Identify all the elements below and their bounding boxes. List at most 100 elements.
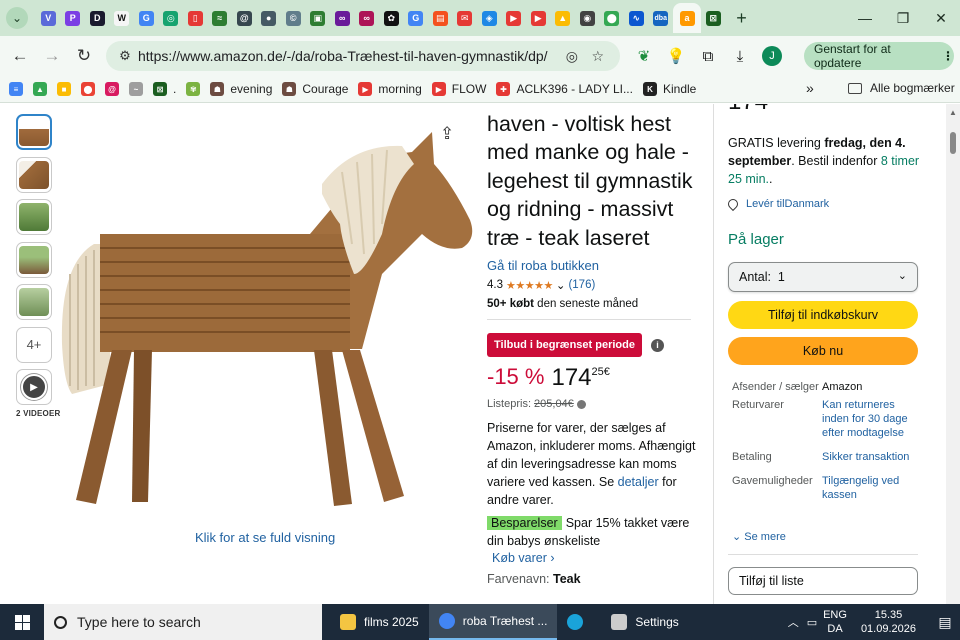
bookmark-item[interactable]: @ xyxy=(100,77,124,101)
browser-tab[interactable]: V xyxy=(36,3,61,33)
bookmark-item[interactable]: ▶ morning xyxy=(353,77,426,101)
see-more-link[interactable]: ⌄ Se mere xyxy=(732,530,786,543)
scroll-up-icon[interactable]: ▲ xyxy=(949,108,957,117)
bookmark-item[interactable]: ☗ evening xyxy=(205,77,277,101)
bookmark-item[interactable]: ▶ FLOW xyxy=(427,77,492,101)
bookmark-item[interactable]: ⬤ xyxy=(76,77,100,101)
browser-tab[interactable]: ∿ xyxy=(624,3,649,33)
taskbar-app[interactable] xyxy=(557,604,601,640)
browser-tab[interactable]: W xyxy=(110,3,135,33)
extension-leaf-icon[interactable]: ❦ xyxy=(628,40,660,72)
bookmark-item[interactable]: ■ xyxy=(52,77,76,101)
add-to-cart-button[interactable]: Tilføj til indkøbskurv xyxy=(728,301,918,329)
new-tab-button[interactable]: + xyxy=(730,6,754,30)
buy-items-link[interactable]: Køb varer › xyxy=(492,551,697,565)
thumbnail-1[interactable] xyxy=(16,114,52,150)
list-price-info-icon[interactable] xyxy=(576,399,586,409)
bookmark-item[interactable]: ☗ Courage xyxy=(277,77,353,101)
buy-now-button[interactable]: Køb nu xyxy=(728,337,918,365)
url-text[interactable]: https://www.amazon.de/-/da/roba-Træhest-… xyxy=(138,48,548,64)
menu-dots-icon[interactable]: ⋮ xyxy=(942,49,954,63)
extensions-puzzle-icon[interactable]: ⧉ xyxy=(692,40,724,72)
site-info-icon[interactable]: ⚙ xyxy=(112,48,138,64)
taskbar-app[interactable]: films 2025 xyxy=(330,604,429,640)
store-link[interactable]: Gå til roba butikken xyxy=(487,258,697,273)
tab-search-icon[interactable]: ⌄ xyxy=(6,7,28,29)
deliver-to-link[interactable]: Levér tilDanmark xyxy=(725,196,829,212)
thumbnail-5[interactable] xyxy=(16,284,52,320)
taskbar-search[interactable]: Type here to search xyxy=(44,604,322,640)
browser-tab[interactable]: ▣ xyxy=(306,3,331,33)
address-bar[interactable]: ⚙ https://www.amazon.de/-/da/roba-Træhes… xyxy=(106,41,620,71)
bookmark-item[interactable]: ▲ xyxy=(28,77,52,101)
full-view-link[interactable]: Klik for at se fuld visning xyxy=(195,530,335,545)
taskbar-app[interactable]: roba Træhest ... xyxy=(428,604,558,640)
details-link[interactable]: detaljer xyxy=(618,475,659,489)
language-indicator[interactable]: ENG DA xyxy=(823,608,847,636)
thumbnail-2[interactable] xyxy=(16,156,52,193)
minimize-icon[interactable]: — xyxy=(846,0,884,36)
reload-icon[interactable]: ↻ xyxy=(68,40,100,72)
bookmarks-overflow-icon[interactable]: » xyxy=(806,80,814,96)
browser-tab[interactable]: ✉ xyxy=(453,3,478,33)
browser-tab[interactable]: dba xyxy=(649,3,674,33)
restore-icon[interactable]: ❐ xyxy=(884,0,922,36)
taskbar-app[interactable]: Settings xyxy=(601,604,688,640)
rating-count-link[interactable]: (176) xyxy=(568,279,595,291)
clock[interactable]: 15.35 01.09.2026 xyxy=(861,608,916,636)
browser-tab[interactable]: ▶ xyxy=(502,3,527,33)
browser-tab[interactable]: @ xyxy=(232,3,257,33)
browser-tab[interactable]: ⬤ xyxy=(600,3,625,33)
quantity-select[interactable]: Antal: 1 ⌄ xyxy=(728,262,918,292)
close-icon[interactable]: ✕ xyxy=(922,0,960,36)
browser-tab[interactable]: ● xyxy=(257,3,282,33)
start-button[interactable] xyxy=(0,604,44,640)
browser-tab[interactable]: P xyxy=(61,3,86,33)
browser-tab[interactable]: ▲ xyxy=(551,3,576,33)
network-icon[interactable]: ▭ xyxy=(807,616,817,629)
info-value[interactable]: Sikker transaktion xyxy=(822,450,918,464)
bookmark-item[interactable]: K Kindle xyxy=(638,77,701,101)
bookmark-item[interactable]: ⊠. xyxy=(148,77,181,101)
video-thumbnail[interactable]: ▶ xyxy=(16,369,52,405)
thumbnail-3[interactable] xyxy=(16,199,52,235)
star-rating-icon[interactable]: ★★★★★ xyxy=(506,279,553,292)
forward-icon[interactable]: → xyxy=(36,40,68,72)
bookmark-star-icon[interactable]: ☆ xyxy=(591,48,604,65)
browser-tab[interactable]: a xyxy=(673,3,701,33)
browser-tab[interactable]: ∞ xyxy=(330,3,355,33)
info-value[interactable]: Tilgængelig ved kassen xyxy=(822,474,918,502)
thumbnail-4[interactable] xyxy=(16,241,52,278)
share-icon[interactable]: ⇪ xyxy=(440,124,454,144)
info-icon[interactable]: i xyxy=(650,338,664,352)
more-images-button[interactable]: 4+ xyxy=(16,326,52,363)
browser-tab[interactable]: ≈ xyxy=(208,3,233,33)
page-scrollbar[interactable]: ▲ xyxy=(946,104,960,604)
browser-tab[interactable]: ▤ xyxy=(428,3,453,33)
download-icon[interactable]: ⤓ xyxy=(724,40,756,72)
all-bookmarks-button[interactable]: Alle bogmærker xyxy=(848,81,955,95)
browser-tab[interactable]: ◈ xyxy=(477,3,502,33)
notifications-icon[interactable]: ▤ xyxy=(930,614,960,631)
browser-tab[interactable]: ◉ xyxy=(575,3,600,33)
bookmark-item[interactable]: ✾ xyxy=(181,77,205,101)
bookmark-item[interactable]: ✚ ACLK396 - LADY LI... xyxy=(491,77,638,101)
browser-tab[interactable]: ∞ xyxy=(355,3,380,33)
browser-tab[interactable]: © xyxy=(281,3,306,33)
tray-overflow-icon[interactable]: ︿ xyxy=(788,614,799,630)
profile-avatar[interactable]: J xyxy=(762,46,782,66)
update-button[interactable]: Genstart for at opdatere ⋮ xyxy=(804,42,954,70)
add-to-list-button[interactable]: Tilføj til liste xyxy=(728,567,918,595)
back-icon[interactable]: ← xyxy=(4,40,36,72)
browser-tab[interactable]: G xyxy=(134,3,159,33)
eye-slash-icon[interactable]: ◎ xyxy=(566,48,578,65)
browser-tab[interactable]: ✿ xyxy=(379,3,404,33)
scrollbar-thumb[interactable] xyxy=(950,132,956,154)
browser-tab[interactable]: ▯ xyxy=(183,3,208,33)
info-value[interactable]: Kan returneres inden for 30 dage efter m… xyxy=(822,398,918,440)
browser-tab[interactable]: G xyxy=(404,3,429,33)
product-main-image[interactable] xyxy=(52,124,482,514)
browser-tab[interactable]: D xyxy=(85,3,110,33)
browser-tab[interactable]: ▶ xyxy=(526,3,551,33)
browser-tab[interactable]: ⊠ xyxy=(701,3,726,33)
